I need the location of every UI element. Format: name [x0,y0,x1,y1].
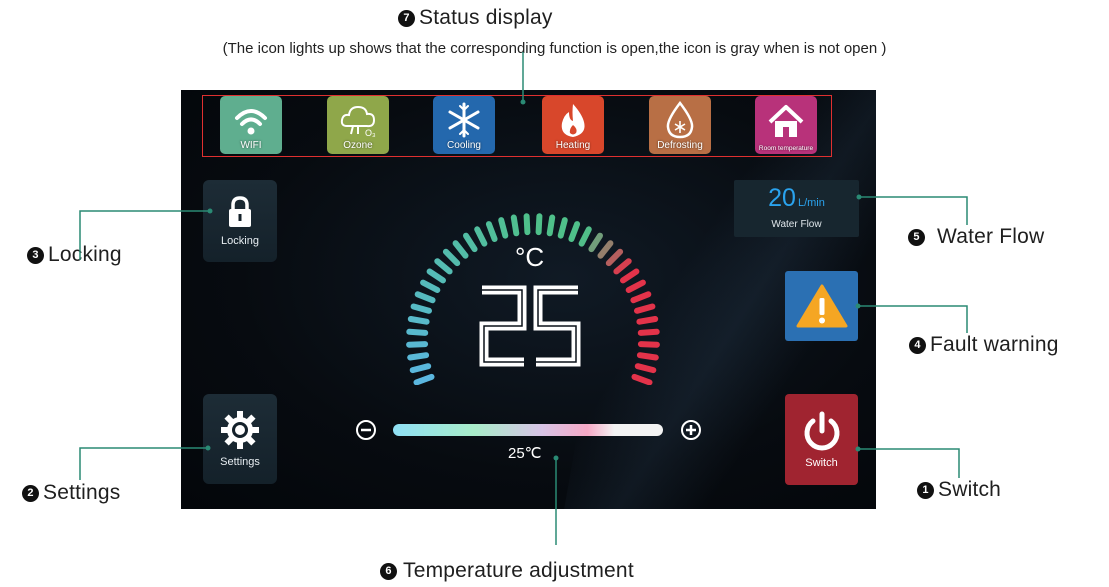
leader-locking [79,210,210,260]
leader-switch [858,448,960,478]
leader-settings [79,447,208,480]
leader-water-flow [859,196,968,225]
leader-fault-warning [858,305,968,333]
callout-lines [79,52,968,545]
